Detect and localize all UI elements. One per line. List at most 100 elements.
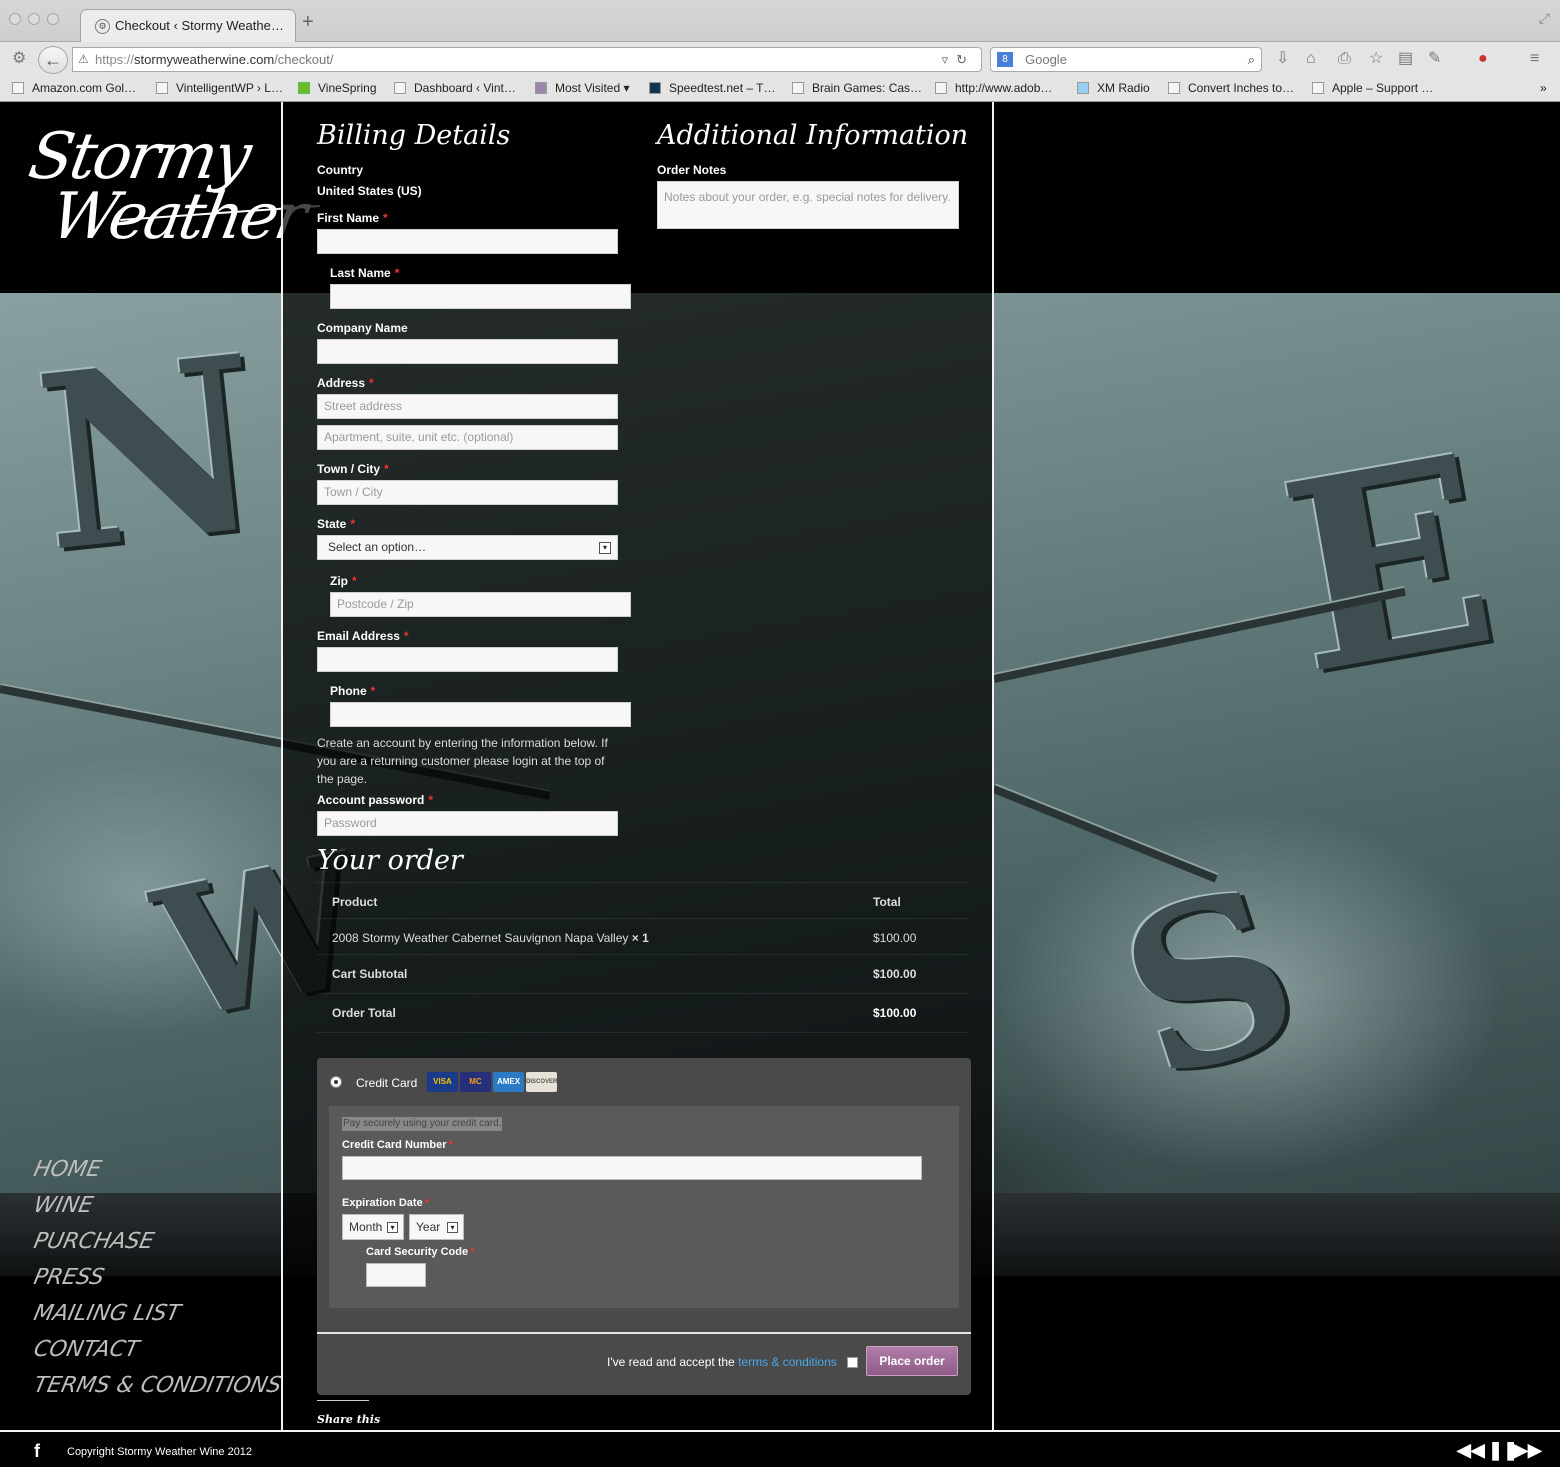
- search-icon[interactable]: ⌕: [1248, 48, 1255, 71]
- download-icon[interactable]: ⇩: [1276, 50, 1289, 68]
- url-domain: stormyweatherwine.com: [134, 52, 275, 67]
- bookmark-item[interactable]: VineSpring: [298, 81, 377, 95]
- bookmark-folder[interactable]: Most Visited ▾: [535, 81, 630, 95]
- apartment-input[interactable]: Apartment, suite, unit etc. (optional): [317, 425, 618, 450]
- settings-icon[interactable]: ⚙: [12, 50, 26, 68]
- bookmark-label: Brain Games: Cas…: [812, 81, 923, 95]
- create-account-text: Create an account by entering the inform…: [317, 736, 608, 786]
- item-quantity: × 1: [631, 931, 649, 945]
- credit-card-label[interactable]: Credit Card: [356, 1076, 417, 1090]
- order-notes-textarea[interactable]: Notes about your order, e.g. special not…: [657, 181, 959, 229]
- fullscreen-icon[interactable]: ⤢: [1539, 10, 1550, 27]
- required-mark: *: [383, 211, 388, 225]
- required-mark: *: [448, 1139, 453, 1151]
- payment-section: Credit Card VISA MC AMEX DISCOVER Pay se…: [317, 1058, 971, 1395]
- copyright-text: Copyright Stormy Weather Wine 2012: [67, 1446, 253, 1458]
- bookmark-item[interactable]: Speedtest.net – T…: [649, 81, 776, 95]
- nav-terms-conditions[interactable]: Terms & Conditions: [30, 1368, 285, 1404]
- bookmark-star-icon[interactable]: ☆: [1369, 50, 1383, 68]
- window-minimize-button[interactable]: [28, 13, 40, 25]
- label-text: Email Address: [317, 629, 400, 643]
- extension-icon[interactable]: ✎: [1428, 50, 1441, 68]
- company-input[interactable]: [317, 339, 618, 364]
- security-code-input[interactable]: [366, 1263, 426, 1287]
- bookmark-item[interactable]: Brain Games: Cas…: [792, 81, 922, 95]
- state-selected-value: Select an option…: [328, 540, 427, 554]
- required-mark: *: [470, 1246, 475, 1258]
- required-mark: *: [352, 574, 357, 588]
- label-text: Credit Card Number: [342, 1139, 447, 1151]
- city-input[interactable]: Town / City: [317, 480, 618, 505]
- tab-strip: ⚙ Checkout ‹ Stormy Weathe… + ⤢: [0, 0, 1560, 42]
- bookmark-item[interactable]: Dashboard ‹ Vint…: [394, 81, 516, 95]
- nav-wine[interactable]: Wine: [30, 1188, 285, 1224]
- column-total: Total: [873, 895, 901, 909]
- terms-checkbox[interactable]: [847, 1357, 858, 1368]
- label-text: Phone: [330, 684, 367, 698]
- share-this-label[interactable]: Share this: [317, 1413, 380, 1426]
- country-value: United States (US): [317, 184, 422, 198]
- amex-card-icon: AMEX: [493, 1072, 524, 1092]
- fast-forward-icon[interactable]: ▶▶: [1514, 1441, 1542, 1459]
- xm-radio-icon: [1077, 82, 1089, 94]
- bookmark-label: Dashboard ‹ Vint…: [414, 81, 516, 95]
- search-bar[interactable]: 8 Google ⌕: [990, 47, 1262, 72]
- divider: [317, 1332, 971, 1334]
- stormy-weather-logo[interactable]: Stormy Weather: [23, 120, 320, 254]
- bookmark-item[interactable]: Convert Inches to…: [1168, 81, 1294, 95]
- adblock-icon[interactable]: ●: [1478, 50, 1488, 68]
- web-page: N W E S Stormy Weather Home Wine Purchas…: [0, 102, 1560, 1467]
- terms-link[interactable]: terms & conditions: [738, 1355, 837, 1369]
- facebook-icon[interactable]: f: [34, 1442, 40, 1460]
- place-order-button[interactable]: Place order: [866, 1346, 958, 1376]
- credit-card-radio[interactable]: [330, 1076, 342, 1088]
- bookmarks-overflow-icon[interactable]: »: [1540, 81, 1547, 95]
- nav-toolbar: ⚙ ← ⚠ https://stormyweatherwine.com/chec…: [0, 42, 1560, 76]
- tab-checkout[interactable]: ⚙ Checkout ‹ Stormy Weathe…: [80, 9, 296, 42]
- amazon-icon: [12, 82, 24, 94]
- last-name-input[interactable]: [330, 284, 631, 309]
- card-number-input[interactable]: [342, 1156, 922, 1180]
- bookmark-item[interactable]: XM Radio: [1077, 81, 1150, 95]
- back-button[interactable]: ←: [38, 46, 68, 74]
- email-input[interactable]: [317, 647, 618, 672]
- your-order-heading: Your order: [317, 845, 463, 876]
- payment-note: Pay securely using your credit card.: [342, 1117, 503, 1131]
- bookmark-item[interactable]: VintelligentWP › L…: [156, 81, 283, 95]
- new-tab-icon[interactable]: +: [302, 12, 314, 32]
- rewind-icon[interactable]: ◀◀: [1457, 1441, 1485, 1459]
- reload-icon[interactable]: ▿↻: [942, 48, 975, 71]
- nav-home[interactable]: Home: [30, 1152, 285, 1188]
- home-icon[interactable]: ⌂: [1306, 50, 1316, 68]
- street-address-input[interactable]: Street address: [317, 394, 618, 419]
- nav-mailing-list[interactable]: Mailing List: [30, 1296, 285, 1332]
- speedtest-icon: [649, 82, 661, 94]
- nav-press[interactable]: Press: [30, 1260, 285, 1296]
- expiration-label: Expiration Date *: [342, 1197, 429, 1209]
- nav-contact[interactable]: Contact: [30, 1332, 285, 1368]
- required-mark: *: [403, 629, 409, 643]
- label-text: Last Name: [330, 266, 391, 280]
- mastercard-icon: MC: [460, 1072, 491, 1092]
- url-bar[interactable]: ⚠ https://stormyweatherwine.com/checkout…: [72, 47, 982, 72]
- expiration-month-select[interactable]: Month ▾: [342, 1214, 404, 1240]
- window-close-button[interactable]: [9, 13, 21, 25]
- password-label: Account password *: [317, 793, 433, 807]
- phone-input[interactable]: [330, 702, 631, 727]
- print-icon[interactable]: ⎙: [1338, 50, 1351, 68]
- order-total-value: $100.00: [873, 1006, 917, 1020]
- password-input[interactable]: Password: [317, 811, 618, 836]
- nav-purchase[interactable]: Purchase: [30, 1224, 285, 1260]
- first-name-input[interactable]: [317, 229, 618, 254]
- bookmark-item[interactable]: http://www.adob…: [935, 81, 1052, 95]
- billing-heading: Billing Details: [317, 120, 511, 151]
- bookmark-item[interactable]: Apple – Support …: [1312, 81, 1433, 95]
- clipboard-icon[interactable]: ▤: [1398, 50, 1413, 68]
- menu-icon[interactable]: ≡: [1530, 50, 1539, 68]
- state-select[interactable]: Select an option… ▾: [317, 535, 618, 560]
- zip-input[interactable]: Postcode / Zip: [330, 592, 631, 617]
- expiration-year-select[interactable]: Year ▾: [409, 1214, 464, 1240]
- bookmark-item[interactable]: Amazon.com Gol…: [12, 81, 136, 95]
- discover-card-icon: DISCOVER: [526, 1072, 557, 1092]
- window-zoom-button[interactable]: [47, 13, 59, 25]
